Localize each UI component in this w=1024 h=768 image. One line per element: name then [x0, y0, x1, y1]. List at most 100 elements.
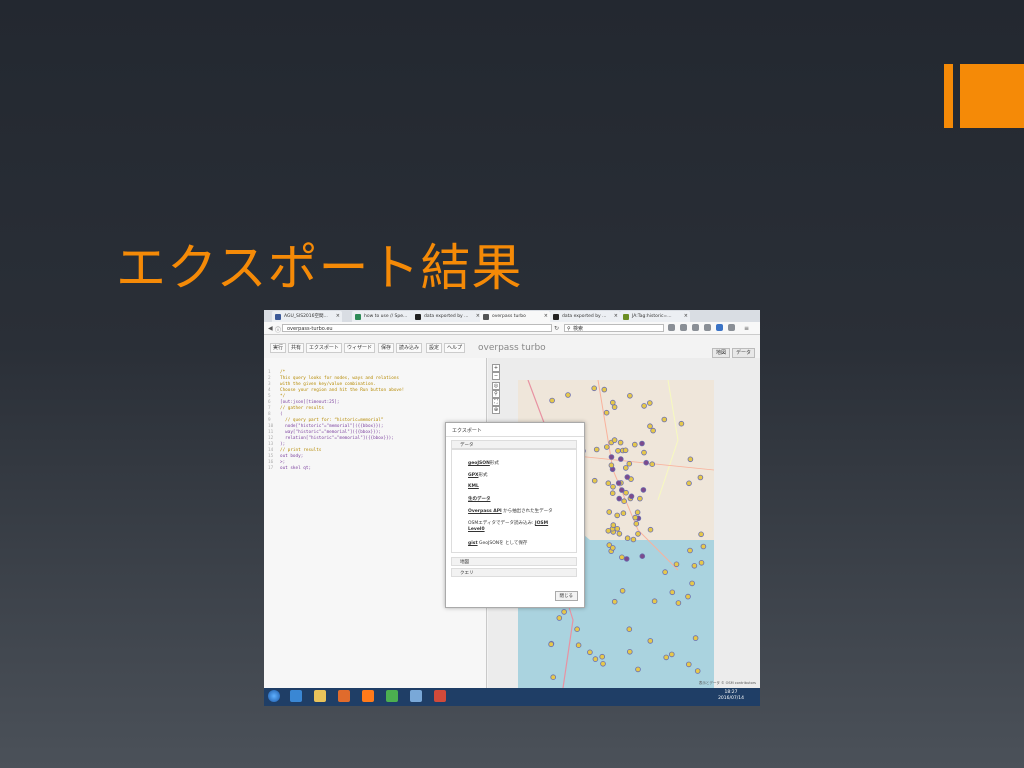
browser-tab[interactable]: JA:Tag:historic=... ×: [620, 311, 690, 322]
line-number: 3: [268, 382, 271, 387]
media-player-icon[interactable]: [338, 690, 350, 702]
browser-tab[interactable]: overpass turbo ×: [480, 311, 550, 322]
chrome-icon[interactable]: [386, 690, 398, 702]
code-line: 4 Choose your region and hit the Run butt…: [268, 388, 404, 393]
code-line: 3 with the given key/value combination.: [268, 382, 376, 387]
memorial-marker: [630, 536, 637, 543]
memorial-marker: [678, 420, 685, 427]
pdf-icon[interactable]: [434, 690, 446, 702]
export-raw[interactable]: 生のデータ: [468, 496, 491, 502]
memorial-marker: [619, 588, 626, 594]
locate-icon[interactable]: ◎: [492, 382, 500, 390]
memorial-marker: [647, 423, 653, 429]
browser-tab[interactable]: AGU_SIS2016空間... ×: [272, 311, 342, 322]
screenshot-frame: AGU_SIS2016空間... × how to use // Spe... × da…: [264, 310, 760, 706]
export-geojson-link: geoJSON: [468, 461, 490, 466]
export-josm-link: JOSM: [534, 521, 549, 526]
ie-icon[interactable]: [290, 690, 302, 702]
memorial-marker: [624, 474, 631, 480]
close-tab-icon[interactable]: ×: [684, 311, 688, 322]
memorial-marker: [700, 543, 707, 550]
memorial-marker: [626, 626, 633, 633]
memorial-marker: [614, 512, 620, 519]
taskbar-clock[interactable]: 18:27 2016/07/14: [718, 690, 744, 702]
explorer-icon[interactable]: [314, 690, 326, 702]
extension-icon[interactable]: [716, 324, 723, 331]
zoom-out-button[interactable]: −: [492, 372, 500, 380]
export-gist-link: gist: [468, 541, 478, 546]
export-overpass-api[interactable]: Overpass API から抽出された生データ: [468, 508, 553, 514]
export-dialog: エクスポート データ geoJSON形式 GPX形式 KML 生のデータ Ove…: [445, 422, 585, 608]
memorial-marker: [610, 545, 616, 551]
url-input[interactable]: overpass-turbo.eu: [282, 324, 552, 332]
close-tab-icon[interactable]: ×: [544, 311, 548, 322]
section-data-header[interactable]: データ: [451, 440, 577, 449]
home-icon[interactable]: [704, 324, 711, 331]
export-josm[interactable]: OSMエディタでデータ読み込み: JOSM: [468, 520, 548, 526]
account-icon[interactable]: [728, 324, 735, 331]
line-number: 17: [268, 466, 274, 471]
tab-data[interactable]: データ: [732, 348, 756, 358]
memorial-marker: [623, 465, 629, 471]
close-button[interactable]: 閉じる: [554, 591, 578, 601]
share-button[interactable]: 共有: [288, 343, 305, 353]
run-button[interactable]: 実行: [270, 343, 287, 353]
deco-bar-thin: [944, 64, 953, 128]
memorial-marker: [640, 487, 647, 493]
browser-tab[interactable]: data exported by ... ×: [550, 311, 620, 322]
download-icon[interactable]: [692, 324, 699, 331]
search-icon: ⚲: [567, 326, 571, 332]
wizard-button[interactable]: ウィザード: [344, 343, 376, 353]
memorial-marker: [610, 522, 617, 528]
load-button[interactable]: 読み込み: [396, 343, 423, 353]
info-icon[interactable]: ⓘ: [275, 325, 281, 334]
save-button[interactable]: 保存: [378, 343, 395, 353]
menu-icon[interactable]: ≡: [744, 325, 749, 332]
app-icon[interactable]: [410, 690, 422, 702]
code-line: 10 node["historic"="memorial"]({{bbox}})…: [268, 424, 383, 429]
memorial-marker: [614, 526, 621, 532]
close-tab-icon[interactable]: ×: [614, 311, 618, 322]
export-gpx[interactable]: GPX形式: [468, 472, 487, 478]
memorial-marker: [627, 392, 633, 399]
memorial-marker: [623, 556, 630, 562]
export-geojson[interactable]: geoJSON形式: [468, 460, 499, 466]
browser-tab-label: overpass turbo: [492, 314, 526, 319]
memorial-marker: [689, 580, 695, 587]
memorial-marker: [691, 563, 698, 569]
fullscreen-icon[interactable]: ⛶: [492, 398, 500, 406]
export-level0[interactable]: Level0: [468, 527, 485, 532]
section-query-header[interactable]: クエリ: [451, 568, 577, 577]
search-map-icon[interactable]: ⚲: [492, 390, 500, 398]
reading-list-icon[interactable]: [680, 324, 687, 331]
back-icon[interactable]: ◀: [268, 325, 273, 332]
memorial-marker: [565, 392, 571, 398]
start-icon[interactable]: [268, 690, 280, 702]
search-input[interactable]: ⚲ 検索: [564, 324, 664, 332]
close-tab-icon[interactable]: ×: [336, 311, 340, 322]
line-number: 10: [268, 424, 274, 429]
export-kml[interactable]: KML: [468, 484, 479, 489]
zoom-in-button[interactable]: +: [492, 364, 500, 372]
bookmark-star-icon[interactable]: [668, 324, 675, 331]
memorial-marker: [608, 462, 615, 469]
export-button[interactable]: エクスポート: [306, 343, 342, 353]
reload-icon[interactable]: ↻: [554, 325, 559, 332]
zoom-data-icon[interactable]: ⊕: [492, 406, 500, 414]
code-text: out body;: [280, 454, 304, 459]
firefox-icon[interactable]: [362, 690, 374, 702]
memorial-marker: [610, 484, 616, 490]
settings-button[interactable]: 設定: [426, 343, 443, 353]
code-line: 17 out skel qt;: [268, 466, 311, 471]
code-text: Choose your region and hit the Run butto…: [280, 388, 405, 393]
memorial-marker: [675, 600, 682, 606]
tab-map[interactable]: 地図: [712, 348, 731, 358]
help-button[interactable]: ヘルプ: [444, 343, 466, 353]
browser-tab[interactable]: data exported by ... ×: [412, 311, 482, 322]
memorial-marker: [611, 437, 618, 443]
export-gist[interactable]: gist GeoJSONを として保存: [468, 540, 527, 546]
memorial-marker: [619, 487, 625, 493]
section-map-header[interactable]: 地図: [451, 557, 577, 566]
memorial-marker: [669, 589, 676, 596]
memorial-marker: [617, 439, 624, 446]
